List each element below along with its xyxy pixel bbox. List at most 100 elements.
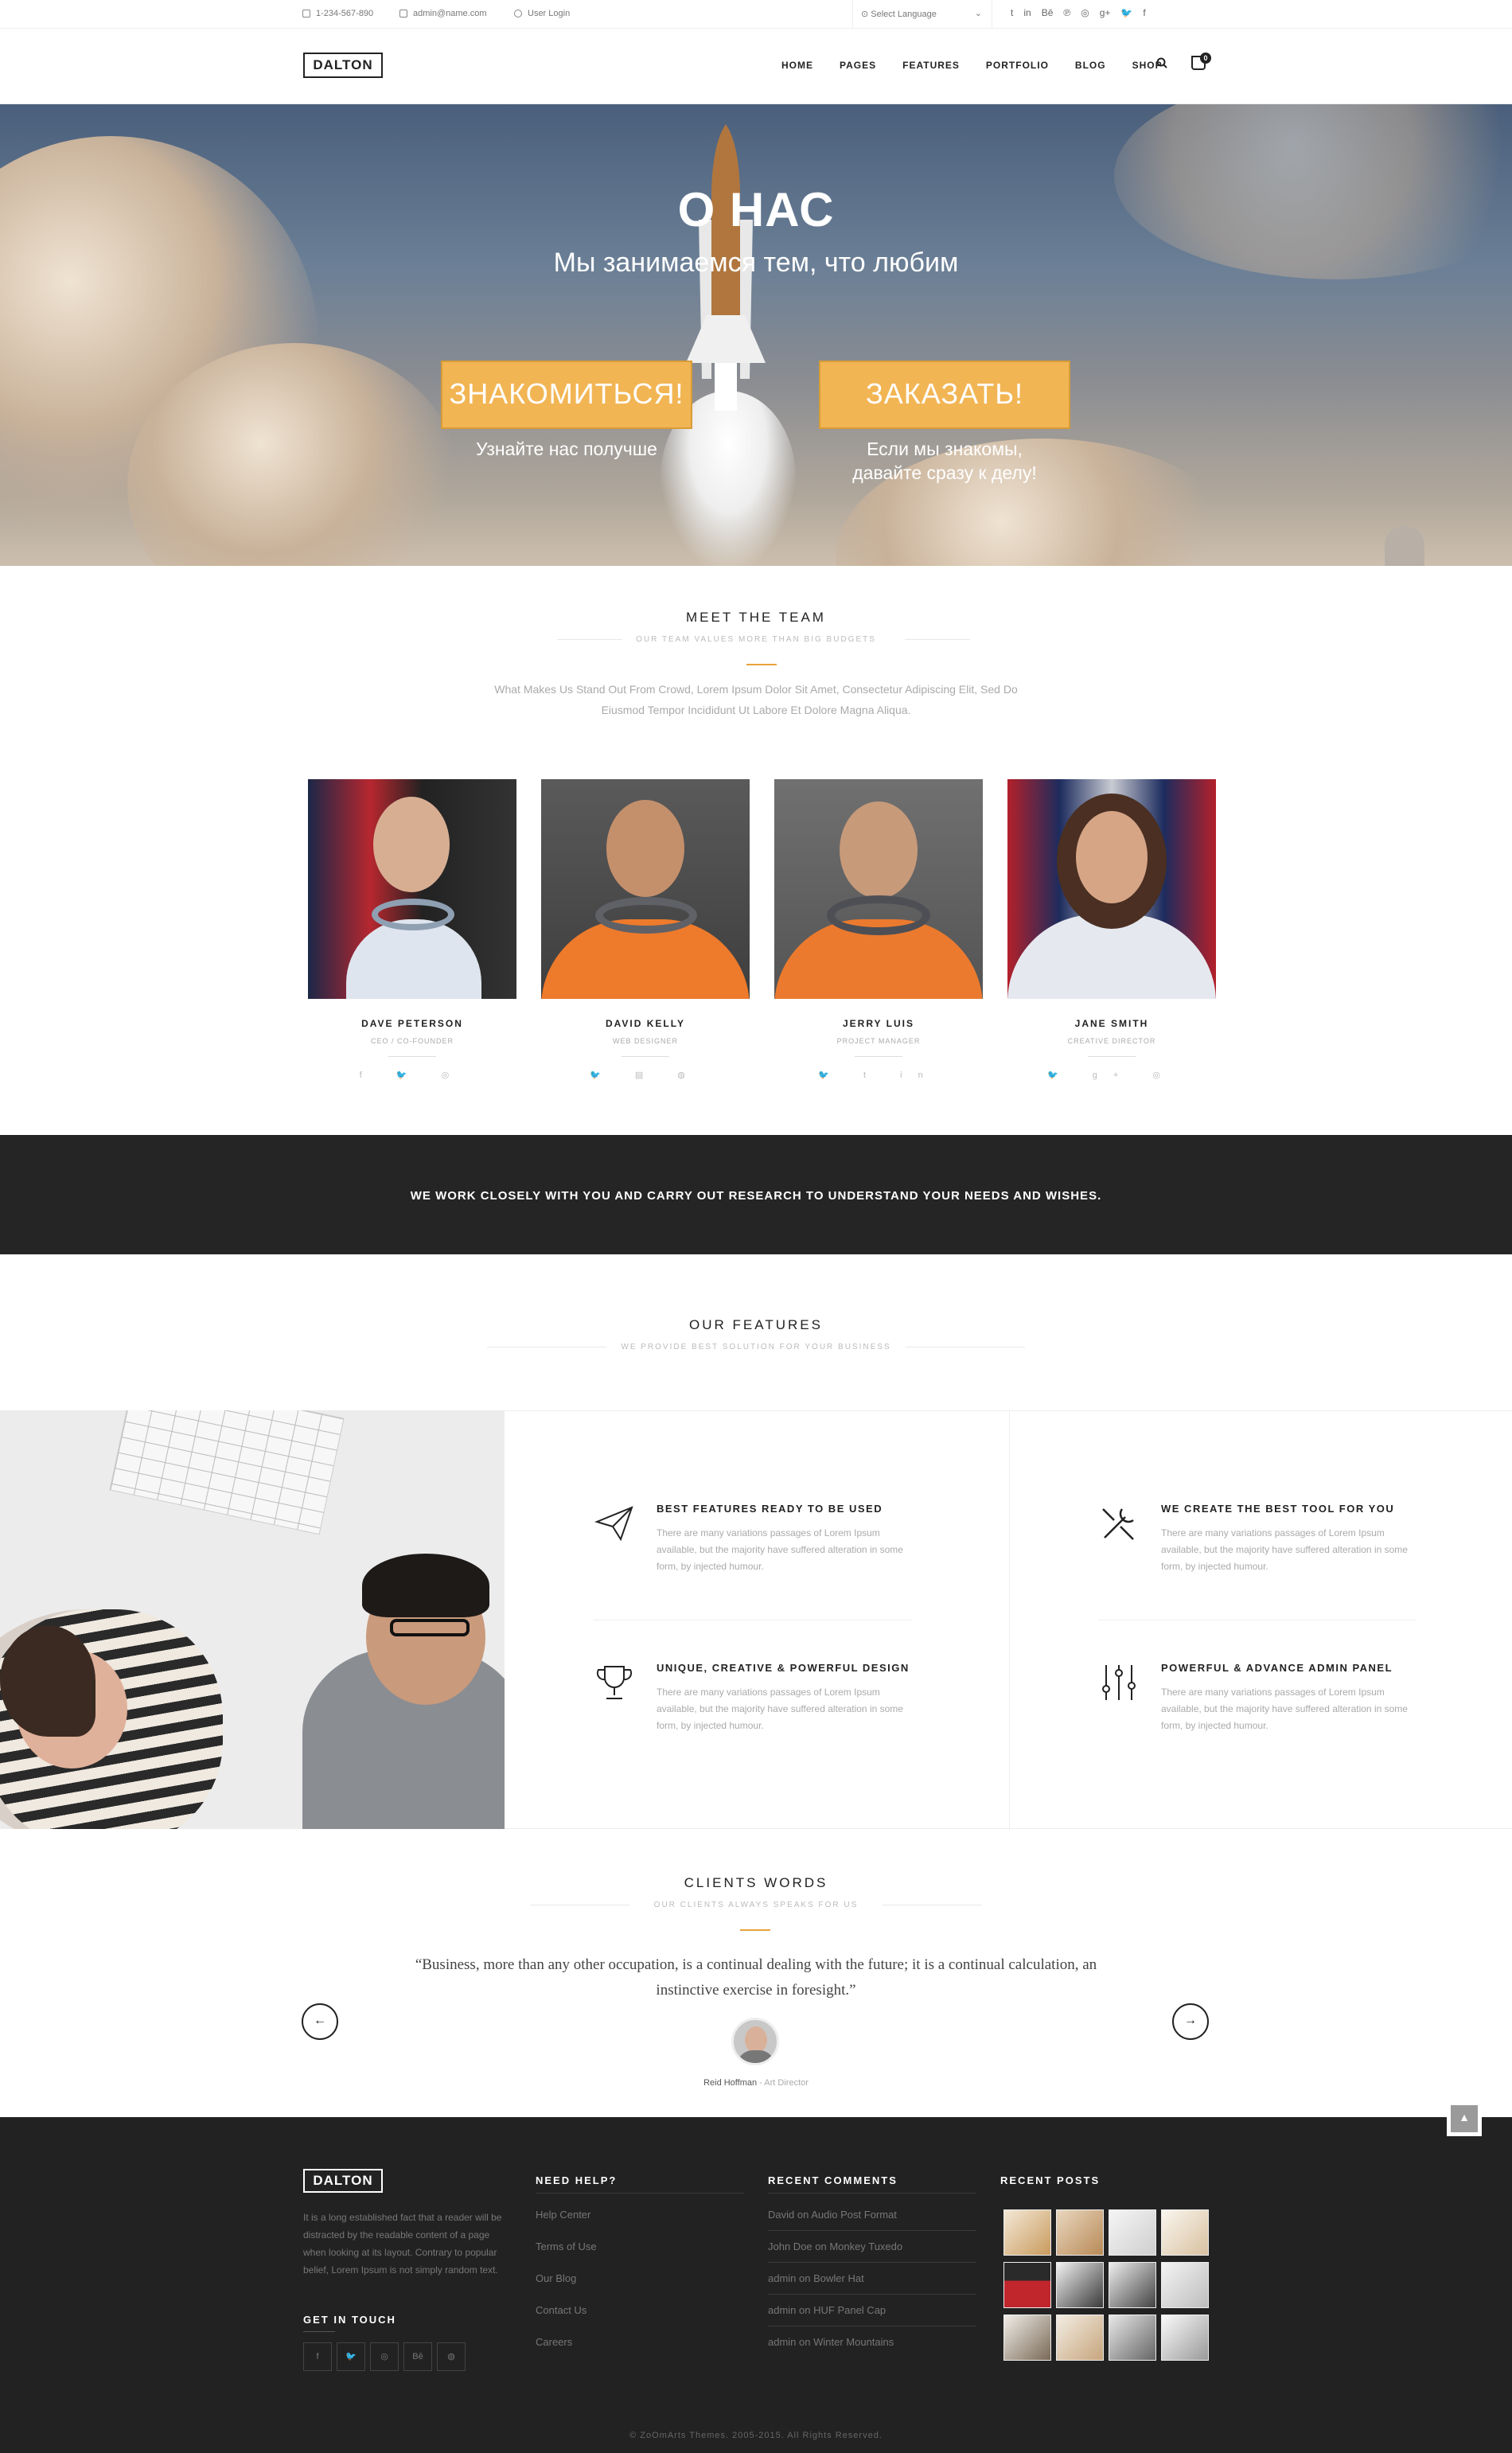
divider: [1009, 1411, 1010, 1830]
footer-facebook-icon[interactable]: f: [303, 2342, 332, 2371]
member-social-icons[interactable]: f 🐦 ◎: [308, 1070, 516, 1080]
feature-text: There are many variations passages of Lo…: [1161, 1687, 1408, 1731]
post-thumbnail[interactable]: [1003, 2315, 1051, 2361]
member-social-icons[interactable]: 🐦 g+ ◎: [1007, 1070, 1216, 1080]
feature-title: UNIQUE, CREATIVE & POWERFUL DESIGN: [657, 1662, 910, 1674]
prev-testimonial-button[interactable]: ←: [302, 2003, 338, 2040]
sliders-icon: [1102, 1665, 1136, 1700]
nav-blog[interactable]: BLOG: [1075, 60, 1106, 71]
post-thumbnail[interactable]: [1003, 2209, 1051, 2256]
user-icon: [514, 10, 522, 18]
testimonial-avatar: [731, 2018, 779, 2065]
google-plus-icon[interactable]: g+: [1100, 7, 1111, 18]
mission-band: WE WORK CLOSELY WITH YOU AND CARRY OUT R…: [0, 1135, 1512, 1254]
back-to-top-button[interactable]: ▲: [1447, 2101, 1482, 2136]
member-photo[interactable]: [541, 779, 750, 999]
email-contact[interactable]: admin@name.com: [399, 9, 486, 18]
nav-portfolio[interactable]: PORTFOLIO: [986, 60, 1049, 71]
post-thumbnail[interactable]: [1056, 2262, 1104, 2308]
phone-contact[interactable]: 1-234-567-890: [302, 9, 373, 18]
nav-pages[interactable]: PAGES: [840, 60, 876, 71]
comment-item[interactable]: John Doe on Monkey Tuxedo: [768, 2240, 902, 2252]
post-thumbnail[interactable]: [1161, 2315, 1209, 2361]
order-button[interactable]: ЗАКАЗАТЬ!: [819, 361, 1070, 429]
chevron-up-icon: ▲: [1459, 2111, 1470, 2123]
footer-about-text: It is a long established fact that a rea…: [303, 2212, 502, 2276]
member-social-icons[interactable]: 🐦 t in: [774, 1070, 983, 1080]
mission-text: WE WORK CLOSELY WITH YOU AND CARRY OUT R…: [410, 1189, 1102, 1203]
tumblr-icon[interactable]: t: [1011, 7, 1013, 18]
help-link[interactable]: Terms of Use: [536, 2240, 597, 2252]
divider: [388, 1056, 436, 1057]
footer-instagram-icon[interactable]: ◎: [370, 2342, 399, 2371]
member-social-icons[interactable]: 🐦 ▤ ◍: [541, 1070, 750, 1080]
features-photo: [0, 1410, 505, 1829]
divider: [303, 2331, 335, 2332]
feature-text: There are many variations passages of Lo…: [657, 1687, 903, 1731]
footer-dribbble-icon[interactable]: ◍: [437, 2342, 466, 2371]
features-title: OUR FEATURES: [689, 1317, 823, 1332]
team-member-card: DAVID KELLY WEB DESIGNER 🐦 ▤ ◍: [541, 779, 750, 1080]
order-caption: Если мы знакомы, давайте сразу к делу!: [852, 439, 1037, 483]
pinterest-icon[interactable]: ℗: [1063, 7, 1070, 18]
arrow-left-icon: ←: [314, 2014, 326, 2027]
get-in-touch-heading: GET IN TOUCH: [303, 2314, 396, 2326]
help-link[interactable]: Our Blog: [536, 2272, 576, 2284]
recent-comments-heading: RECENT COMMENTS: [768, 2174, 898, 2186]
footer-behance-icon[interactable]: Bē: [403, 2342, 432, 2371]
team-member-card: DAVE PETERSON CEO / CO-FOUNDER f 🐦 ◎: [308, 779, 516, 1080]
dribbble-icon[interactable]: ◎: [1081, 7, 1089, 18]
member-photo[interactable]: [1007, 779, 1216, 999]
post-thumbnail[interactable]: [1161, 2209, 1209, 2256]
post-thumbnail[interactable]: [1109, 2209, 1156, 2256]
tower-decor: [1385, 526, 1424, 566]
member-role: CREATIVE DIRECTOR: [1067, 1037, 1156, 1045]
user-login-link[interactable]: User Login: [514, 9, 570, 18]
accent-divider: [746, 664, 777, 665]
feature-text: There are many variations passages of Lo…: [657, 1527, 903, 1572]
phone-icon: [302, 10, 310, 18]
post-thumbnail[interactable]: [1161, 2262, 1209, 2308]
accent-divider: [740, 1929, 770, 1931]
divider: [768, 2230, 976, 2231]
post-thumbnail[interactable]: [1109, 2315, 1156, 2361]
member-role: PROJECT MANAGER: [836, 1037, 921, 1045]
feature-text: There are many variations passages of Lo…: [1161, 1527, 1408, 1572]
post-thumbnail[interactable]: [1003, 2262, 1051, 2308]
recent-posts-heading: RECENT POSTS: [1000, 2174, 1101, 2186]
comment-item[interactable]: admin on Winter Mountains: [768, 2336, 894, 2348]
divider: [1088, 1056, 1136, 1057]
site-logo[interactable]: DALTON: [303, 53, 383, 78]
help-link[interactable]: Help Center: [536, 2209, 590, 2221]
trophy-icon: [596, 1666, 633, 1699]
behance-icon[interactable]: Bē: [1042, 7, 1054, 18]
copyright-text: © ZoOmArts Themes. 2005-2015. All Rights…: [629, 2431, 883, 2440]
post-thumbnail[interactable]: [1109, 2262, 1156, 2308]
comment-item[interactable]: admin on HUF Panel Cap: [768, 2304, 886, 2316]
site-footer: DALTON It is a long established fact tha…: [0, 2117, 1512, 2453]
cart-button[interactable]: 0: [1191, 53, 1211, 70]
help-link[interactable]: Contact Us: [536, 2304, 586, 2316]
divider: [768, 2262, 976, 2263]
comment-item[interactable]: admin on Bowler Hat: [768, 2272, 864, 2284]
footer-logo[interactable]: DALTON: [303, 2169, 383, 2193]
facebook-icon[interactable]: f: [1143, 7, 1145, 18]
next-testimonial-button[interactable]: →: [1172, 2003, 1209, 2040]
language-select[interactable]: ⊙ Select Language ⌄: [852, 0, 992, 29]
post-thumbnail[interactable]: [1056, 2315, 1104, 2361]
divider: [536, 2193, 744, 2194]
twitter-icon[interactable]: 🐦: [1120, 7, 1132, 18]
member-photo[interactable]: [774, 779, 983, 999]
get-to-know-button[interactable]: ЗНАКОМИТЬСЯ!: [441, 361, 692, 429]
hero-banner: О НАС Мы занимаемся тем, что любим ЗНАКО…: [0, 104, 1512, 566]
linkedin-icon[interactable]: in: [1023, 7, 1031, 18]
post-thumbnail[interactable]: [1056, 2209, 1104, 2256]
search-icon[interactable]: [1156, 57, 1167, 68]
comment-item[interactable]: David on Audio Post Format: [768, 2209, 897, 2221]
nav-home[interactable]: HOME: [781, 60, 813, 71]
footer-twitter-icon[interactable]: 🐦: [337, 2342, 365, 2371]
help-link[interactable]: Careers: [536, 2336, 572, 2348]
member-photo[interactable]: [308, 779, 516, 999]
team-member-card: JANE SMITH CREATIVE DIRECTOR 🐦 g+ ◎: [1007, 779, 1216, 1080]
nav-features[interactable]: FEATURES: [902, 60, 960, 71]
